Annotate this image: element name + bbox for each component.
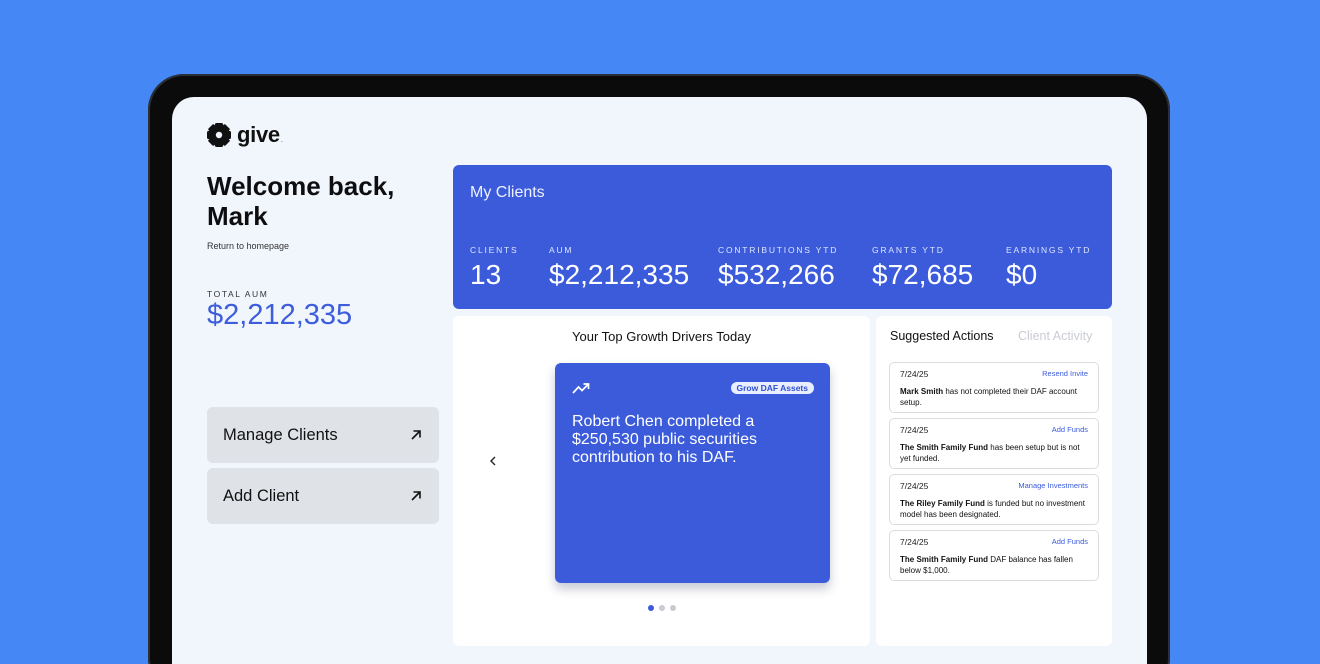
action-item: 7/24/25 Resend Invite Mark Smith has not… xyxy=(889,362,1099,413)
growth-drivers-panel: Your Top Growth Drivers Today Grow DAF A… xyxy=(453,316,870,646)
add-funds-link[interactable]: Add Funds xyxy=(1052,537,1088,546)
pagination-dot[interactable] xyxy=(658,605,665,611)
brand-logo[interactable]: give . xyxy=(206,122,283,148)
stat-contributions-ytd: CONTRIBUTIONS YTD $532,266 xyxy=(718,245,838,291)
resend-invite-link[interactable]: Resend Invite xyxy=(1042,369,1088,378)
app-screen: give . Welcome back, Mark Return to home… xyxy=(172,97,1147,664)
action-date: 7/24/25 xyxy=(900,425,929,435)
stat-value: $2,212,335 xyxy=(549,259,690,290)
trending-up-icon xyxy=(572,383,590,394)
stat-label: CONTRIBUTIONS YTD xyxy=(718,245,839,255)
total-aum-value: $2,212,335 xyxy=(207,299,353,331)
stat-value: $532,266 xyxy=(718,259,835,290)
action-subject: The Smith Family Fund xyxy=(900,555,989,564)
stat-value: $72,685 xyxy=(872,259,974,290)
action-description: Mark Smith has not completed their DAF a… xyxy=(900,386,1092,408)
arrow-up-right-icon xyxy=(411,430,421,440)
brand-name: give xyxy=(237,122,280,147)
action-date: 7/24/25 xyxy=(900,537,929,547)
action-subject: The Smith Family Fund xyxy=(900,443,989,452)
manage-clients-button[interactable]: Manage Clients xyxy=(207,407,439,463)
add-client-button[interactable]: Add Client xyxy=(207,468,439,524)
stat-earnings-ytd: EARNINGS YTD $0 xyxy=(1006,245,1091,291)
tab-suggested-actions[interactable]: Suggested Actions xyxy=(890,329,994,343)
action-date: 7/24/25 xyxy=(900,369,929,379)
action-description: The Smith Family Fund DAF balance has fa… xyxy=(900,554,1092,576)
action-subject: The Riley Family Fund xyxy=(900,499,985,508)
my-clients-title: My Clients xyxy=(470,184,545,201)
stat-value: 13 xyxy=(470,259,502,290)
stat-clients: CLIENTS 13 xyxy=(470,245,519,291)
stat-value: $0 xyxy=(1006,259,1038,290)
add-client-label: Add Client xyxy=(223,486,300,505)
growth-drivers-title: Your Top Growth Drivers Today xyxy=(572,329,751,344)
action-item: 7/24/25 Add Funds The Smith Family Fund … xyxy=(889,418,1099,469)
arrow-up-right-icon xyxy=(411,491,421,501)
gear-logo-icon xyxy=(207,123,231,147)
action-date: 7/24/25 xyxy=(900,481,929,491)
return-homepage-link[interactable]: Return to homepage xyxy=(207,241,289,251)
pagination-dot-active[interactable] xyxy=(647,605,654,611)
stat-label: CLIENTS xyxy=(470,245,519,255)
action-subject: Mark Smith xyxy=(900,387,944,396)
action-item: 7/24/25 Add Funds The Smith Family Fund … xyxy=(889,530,1099,581)
chevron-left-icon[interactable] xyxy=(486,454,500,468)
my-clients-card[interactable]: My Clients CLIENTS 13 AUM $2,212,335 CON… xyxy=(453,165,1112,309)
stat-label: AUM xyxy=(549,245,574,255)
manage-investments-link[interactable]: Manage Investments xyxy=(1018,481,1088,490)
manage-clients-label: Manage Clients xyxy=(223,425,338,444)
stat-label: EARNINGS YTD xyxy=(1006,245,1092,255)
action-description: The Riley Family Fund is funded but no i… xyxy=(900,498,1092,520)
add-funds-link[interactable]: Add Funds xyxy=(1052,425,1088,434)
carousel-pagination xyxy=(453,605,870,611)
growth-driver-text: Robert Chen completed a $250,530 public … xyxy=(572,413,758,466)
tab-client-activity[interactable]: Client Activity xyxy=(1018,329,1092,343)
stat-label: GRANTS YTD xyxy=(872,245,945,255)
stat-grants-ytd: GRANTS YTD $72,685 xyxy=(872,245,973,291)
total-aum-label: TOTAL AUM xyxy=(207,289,269,299)
brand-mark: . xyxy=(280,136,283,144)
stat-aum: AUM $2,212,335 xyxy=(549,245,689,291)
grow-daf-assets-tag: Grow DAF Assets xyxy=(730,382,814,394)
welcome-heading: Welcome back, Mark xyxy=(207,171,395,231)
pagination-dot[interactable] xyxy=(669,605,676,611)
suggested-actions-panel: Suggested Actions Client Activity 7/24/2… xyxy=(876,316,1112,646)
action-item: 7/24/25 Manage Investments The Riley Fam… xyxy=(889,474,1099,525)
action-description: The Smith Family Fund has been setup but… xyxy=(900,442,1092,464)
growth-driver-card[interactable]: Grow DAF Assets Robert Chen completed a … xyxy=(555,363,830,583)
